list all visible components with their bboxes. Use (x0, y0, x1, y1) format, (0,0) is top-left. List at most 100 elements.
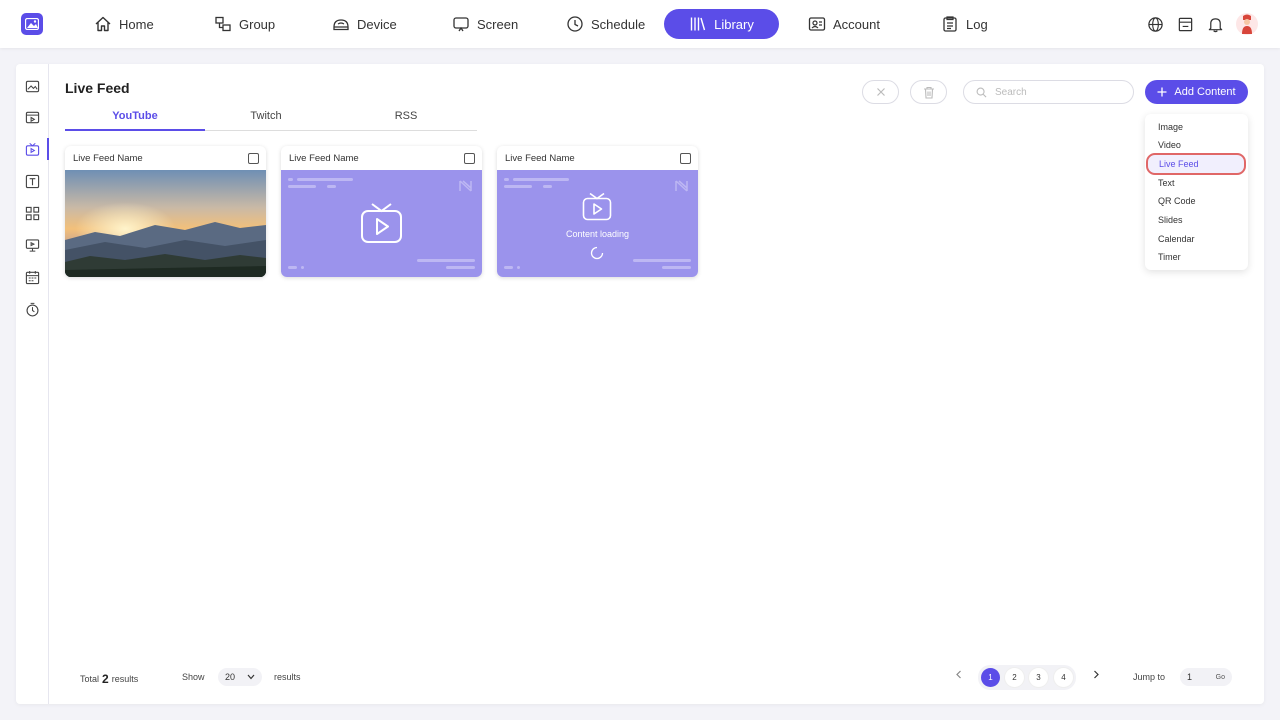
page-size-select[interactable]: 20 (218, 668, 262, 686)
dropdown-item-video[interactable]: Video (1145, 136, 1248, 154)
chevron-left-icon (956, 670, 961, 679)
page-button[interactable]: 4 (1054, 668, 1073, 687)
card-checkbox[interactable] (248, 152, 259, 164)
dropdown-item-text[interactable]: Text (1145, 174, 1248, 192)
card-header: Live Feed Name (65, 146, 266, 170)
nav-item-screen[interactable]: Screen (436, 9, 534, 39)
text-icon[interactable] (24, 173, 40, 189)
account-icon (808, 17, 826, 31)
card-title: Live Feed Name (73, 152, 143, 164)
nav-item-log[interactable]: Log (925, 9, 1004, 39)
live-feed-card[interactable]: Live Feed Name Content loading (497, 146, 698, 277)
card-placeholder: Content loading (497, 170, 698, 277)
timer-icon[interactable] (24, 301, 40, 317)
qr-code-icon[interactable] (24, 205, 40, 221)
nav-item-group[interactable]: Group (198, 9, 291, 39)
nav-label: Home (119, 16, 154, 32)
add-content-label: Add Content (1174, 86, 1236, 98)
image-icon[interactable] (24, 78, 40, 94)
main-panel: Live Feed YouTube Twitch RSS Add Content… (16, 64, 1264, 704)
prev-page-button[interactable] (955, 670, 962, 682)
tab-rss[interactable]: RSS (336, 110, 476, 130)
dropdown-item-calendar[interactable]: Calendar (1145, 230, 1248, 248)
chevron-down-icon (247, 674, 255, 680)
dropdown-item-timer[interactable]: Timer (1145, 248, 1248, 266)
card-placeholder (281, 170, 482, 277)
jump-to-input[interactable]: 1 Go (1180, 668, 1232, 686)
chevron-right-icon (1094, 670, 1099, 679)
calendar-icon[interactable] (24, 269, 40, 285)
card-title: Live Feed Name (505, 152, 575, 164)
close-icon (876, 88, 885, 96)
page-button[interactable]: 2 (1005, 668, 1024, 687)
nav-item-account[interactable]: Account (792, 9, 896, 39)
library-icon (690, 17, 706, 31)
app-logo[interactable] (21, 13, 43, 35)
sidebar-active-indicator (47, 138, 49, 160)
bell-icon[interactable] (1206, 15, 1224, 33)
card-checkbox[interactable] (680, 152, 691, 164)
dropdown-item-slides[interactable]: Slides (1145, 211, 1248, 229)
total-suffix: results (111, 674, 139, 684)
nav-item-library[interactable]: Library (664, 9, 779, 39)
live-feed-icon (582, 192, 612, 221)
next-page-button[interactable] (1093, 670, 1100, 682)
nav-label: Log (966, 16, 988, 32)
nav-label: Schedule (591, 16, 646, 32)
jump-value: 1 (1187, 672, 1193, 682)
group-icon (215, 16, 231, 32)
brand-icon (675, 180, 688, 192)
page-button[interactable]: 1 (981, 668, 1000, 687)
nav-item-home[interactable]: Home (78, 9, 170, 39)
library-sidebar (16, 64, 49, 704)
feed-tabs: YouTube Twitch RSS (65, 110, 477, 131)
store-icon[interactable] (1176, 15, 1194, 33)
home-icon (95, 16, 111, 32)
card-checkbox[interactable] (464, 152, 475, 164)
dropdown-item-live-feed[interactable]: Live Feed (1146, 153, 1246, 175)
top-right-icons (1146, 13, 1258, 35)
device-icon (333, 19, 349, 31)
go-button[interactable]: Go (1216, 674, 1225, 681)
plus-icon (1157, 87, 1167, 97)
show-label: Show (182, 672, 205, 682)
slides-icon[interactable] (24, 237, 40, 253)
globe-icon[interactable] (1146, 15, 1164, 33)
jump-label: Jump to (1133, 672, 1166, 682)
nav-item-schedule[interactable]: Schedule (550, 9, 661, 39)
page-size-value: 20 (225, 672, 236, 682)
nav-item-device[interactable]: Device (316, 9, 413, 39)
card-header: Live Feed Name (281, 146, 482, 170)
search-icon (976, 87, 987, 97)
tab-youtube[interactable]: YouTube (65, 110, 205, 131)
add-content-button[interactable]: Add Content (1145, 80, 1248, 104)
nav-label: Device (357, 16, 397, 32)
nav-label: Group (239, 16, 276, 32)
spinner-icon (590, 246, 604, 260)
total-count: 2 (102, 672, 109, 686)
delete-button[interactable] (910, 80, 947, 104)
page-button[interactable]: 3 (1029, 668, 1048, 687)
nav-label: Account (833, 16, 880, 32)
dropdown-item-image[interactable]: Image (1145, 118, 1248, 136)
live-feed-icon[interactable] (24, 141, 40, 157)
video-icon[interactable] (24, 109, 40, 125)
screen-icon (453, 17, 469, 32)
search-input[interactable] (995, 86, 1125, 98)
tab-twitch[interactable]: Twitch (196, 110, 336, 130)
clock-icon (567, 16, 583, 32)
top-navigation-bar: Home Group Device Screen Schedule Librar… (0, 0, 1280, 48)
page-title: Live Feed (65, 80, 130, 96)
card-title: Live Feed Name (289, 152, 359, 164)
brand-icon (459, 180, 472, 192)
live-feed-card[interactable]: Live Feed Name (65, 146, 266, 277)
live-feed-card[interactable]: Live Feed Name (281, 146, 482, 277)
total-results: Total 2 results (80, 672, 138, 686)
avatar[interactable] (1236, 13, 1258, 35)
add-content-dropdown: Image Video Live Feed Text QR Code Slide… (1145, 114, 1248, 270)
dropdown-item-qr-code[interactable]: QR Code (1145, 192, 1248, 210)
loading-text: Content loading (565, 229, 630, 239)
close-button[interactable] (862, 80, 899, 104)
trash-icon (923, 86, 934, 99)
search-field[interactable] (963, 80, 1134, 104)
